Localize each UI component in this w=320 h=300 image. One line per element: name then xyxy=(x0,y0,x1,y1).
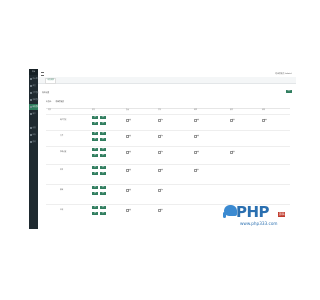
sidebar-item-system[interactable]: 系统管理 xyxy=(29,97,39,103)
permission-row: 系统设置 全选 反选 全选 反选 查看 添加 编辑 删除 xyxy=(46,146,290,165)
select-all-button[interactable]: 全选 xyxy=(92,148,98,151)
permission-checkbox-label: 查看 xyxy=(128,169,131,171)
invert-selection-button[interactable]: 反选 xyxy=(100,172,106,175)
permission-checkbox-label: 删除 xyxy=(232,119,235,121)
select-all-button[interactable]: 全选 xyxy=(92,122,98,125)
permission-row: 栏目 全选 反选 全选 反选 查看 编辑 删除 xyxy=(46,164,290,185)
invert-selection-button[interactable]: 反选 xyxy=(100,186,106,189)
save-button[interactable]: 保存 xyxy=(286,89,292,93)
invert-selection-button[interactable]: 反选 xyxy=(100,132,106,135)
sidebar-item-articles[interactable]: 文章管理 xyxy=(29,90,39,96)
invert-selection-button[interactable]: 反选 xyxy=(100,122,106,125)
invert-selection-button[interactable]: 反选 xyxy=(100,206,106,209)
permission-checkbox-label: 添加 xyxy=(160,189,163,191)
header-add: 添加 xyxy=(158,110,161,111)
permission-row-name: 模板 xyxy=(60,190,64,191)
role-value: 超级管理员 xyxy=(55,101,65,103)
permission-checkbox-label: 删除 xyxy=(232,151,235,153)
header-edit: 编辑 xyxy=(194,110,197,111)
select-all-button[interactable]: 全选 xyxy=(92,192,98,195)
invert-selection-button[interactable]: 反选 xyxy=(100,116,106,119)
invert-selection-button[interactable]: 反选 xyxy=(100,138,106,141)
permission-checkbox-label: 添加 xyxy=(160,119,163,121)
watermark-badge: 源码 xyxy=(278,212,286,217)
role-row: 角色名: 超级管理员 xyxy=(46,101,64,103)
permission-row: 文章 全选 反选 全选 反选 查看 添加 编辑 xyxy=(46,130,290,147)
select-all-button[interactable]: 全选 xyxy=(92,116,98,119)
select-all-button[interactable]: 全选 xyxy=(92,132,98,135)
select-all-button[interactable]: 全选 xyxy=(92,172,98,175)
sidebar-item-home[interactable]: 后台首页 xyxy=(29,76,39,82)
watermark-url: www.php333.com xyxy=(240,221,278,226)
invert-selection-button[interactable]: 反选 xyxy=(100,148,106,151)
permission-checkbox-label: 删除 xyxy=(160,209,163,211)
permission-checkbox-label: 删除 xyxy=(196,169,199,171)
watermark-logo: PHP 源码 www.php333.com xyxy=(223,203,294,229)
select-all-button[interactable]: 全选 xyxy=(92,186,98,189)
permission-row: 模板 全选 反选 全选 反选 查看 添加 xyxy=(46,184,290,205)
invert-selection-button[interactable]: 反选 xyxy=(100,154,106,157)
permission-checkbox-label: 添加 xyxy=(160,135,163,137)
sidebar-item-settings[interactable]: 设置 xyxy=(29,125,38,131)
header-audit: 审核 xyxy=(262,110,265,111)
invert-selection-button[interactable]: 反选 xyxy=(100,212,106,215)
permission-checkbox-label: 查看 xyxy=(128,119,131,121)
header-module: 模块 xyxy=(92,110,95,111)
select-all-button[interactable]: 全选 xyxy=(92,212,98,215)
select-all-button[interactable]: 全选 xyxy=(92,154,98,157)
permission-checkbox-label: 编辑 xyxy=(196,135,199,137)
select-all-button[interactable]: 全选 xyxy=(92,206,98,209)
menu-toggle-icon[interactable] xyxy=(41,72,44,76)
header-view: 查看 xyxy=(126,110,129,111)
sidebar: 后台 后台首页 会员 文章管理 系统管理 角色管理 用户 设置 日志 其他 xyxy=(29,69,39,229)
header-permission: 权限 xyxy=(48,110,51,111)
invert-selection-button[interactable]: 反选 xyxy=(100,166,106,169)
permission-checkbox-label: 查看 xyxy=(128,135,131,137)
permission-row-name: 用户管理 xyxy=(60,120,67,121)
role-label: 角色名: xyxy=(46,101,52,103)
sidebar-item-users[interactable]: 用户 xyxy=(29,111,38,117)
permission-checkbox-label: 查看 xyxy=(128,209,131,211)
invert-selection-button[interactable]: 反选 xyxy=(100,192,106,195)
permission-row-name: 文章 xyxy=(60,136,64,137)
section-title: 权限设置 xyxy=(42,92,50,94)
select-all-button[interactable]: 全选 xyxy=(92,166,98,169)
permission-checkbox-label: 编辑 xyxy=(196,151,199,153)
tab-bar: 角色权限 xyxy=(38,77,296,84)
permission-row-name: 栏目 xyxy=(60,170,64,171)
sidebar-item-logs[interactable]: 日志 xyxy=(29,132,38,138)
sidebar-logo: 后台 xyxy=(29,69,38,75)
permission-row-name: 日志 xyxy=(60,210,64,211)
permission-checkbox-label: 编辑 xyxy=(196,119,199,121)
permission-checkbox-label: 添加 xyxy=(160,151,163,153)
sidebar-item-members[interactable]: 会员 xyxy=(29,83,38,89)
sidebar-item-other[interactable]: 其他 xyxy=(29,139,38,145)
permission-checkbox-label: 查看 xyxy=(128,189,131,191)
header-delete: 删除 xyxy=(230,110,233,111)
sidebar-item-roles[interactable]: 角色管理 xyxy=(29,104,39,110)
permission-checkbox-label: 查看 xyxy=(128,151,131,153)
watermark-brand: PHP xyxy=(236,203,270,221)
user-menu[interactable]: 超级管理员 (admin) xyxy=(275,72,292,75)
permission-checkbox-label: 审核 xyxy=(264,119,267,121)
permission-row: 用户管理 全选 反选 全选 反选 查看 添加 编辑 删除 审核 xyxy=(46,114,290,131)
permission-checkbox-label: 编辑 xyxy=(160,169,163,171)
permission-row-name: 系统设置 xyxy=(60,152,67,153)
tab-role-permissions[interactable]: 角色权限 xyxy=(45,78,57,84)
select-all-button[interactable]: 全选 xyxy=(92,138,98,141)
